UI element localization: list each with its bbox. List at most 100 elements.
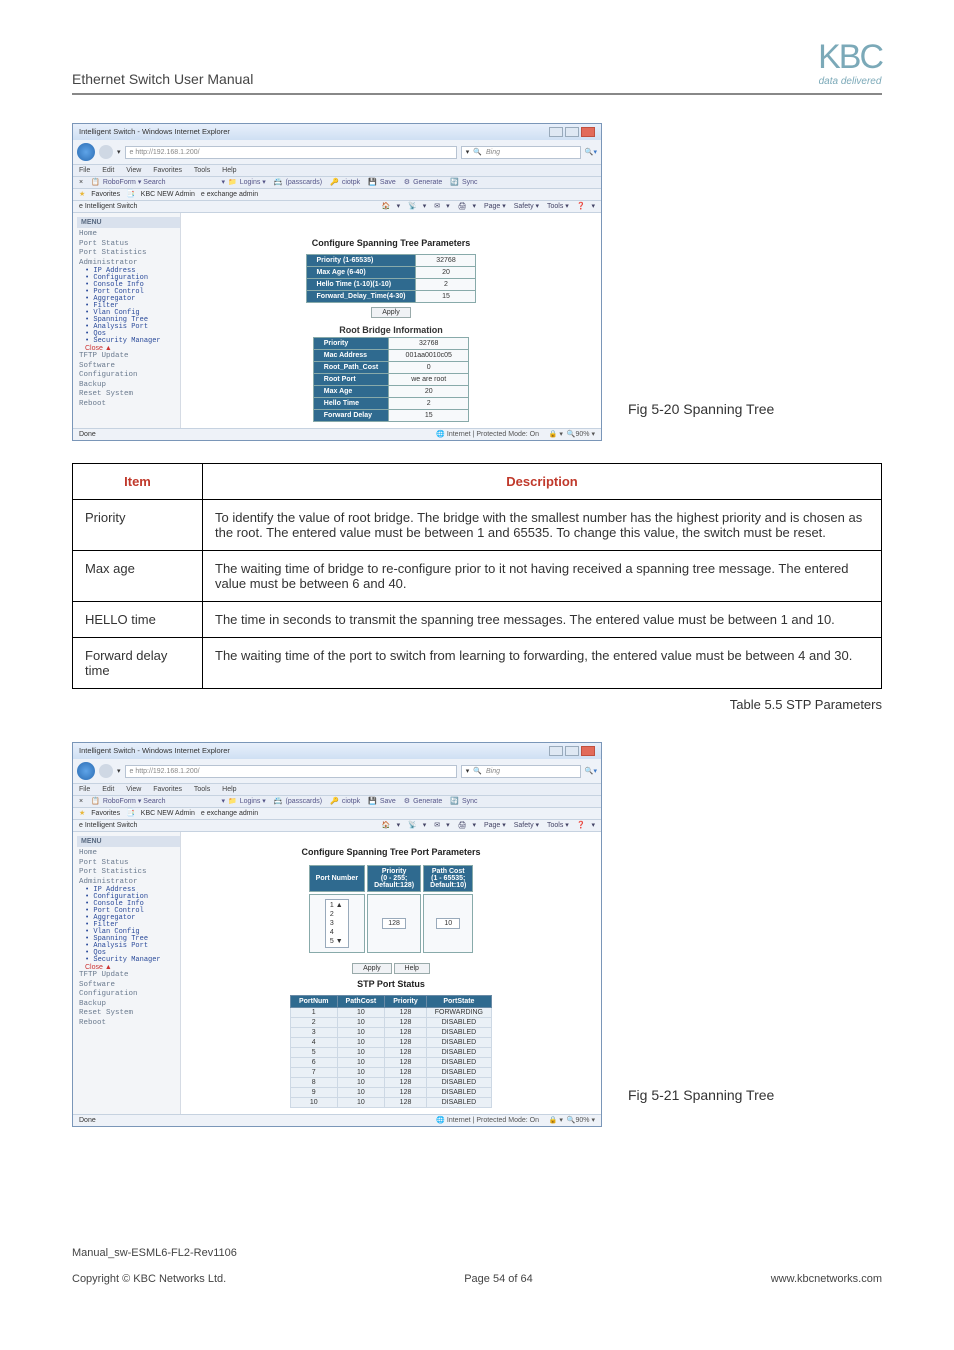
help-icon-2[interactable]: ❓▾ bbox=[577, 822, 595, 829]
menu-help-2[interactable]: Help bbox=[222, 786, 236, 793]
fav-item-1b[interactable]: KBC NEW Admin bbox=[141, 810, 195, 817]
safety-menu-2[interactable]: Safety ▾ bbox=[514, 822, 539, 829]
page-menu-2[interactable]: Page ▾ bbox=[484, 822, 506, 829]
page-menu[interactable]: Page ▾ bbox=[484, 203, 506, 210]
sidebar-item[interactable]: Home bbox=[77, 849, 180, 859]
refresh-icon-2[interactable]: ▾ bbox=[466, 768, 470, 775]
fav-item-2[interactable]: e exchange admin bbox=[201, 191, 258, 198]
refresh-icon[interactable]: ▾ bbox=[466, 149, 470, 156]
sidebar-item[interactable]: Reboot bbox=[77, 400, 180, 410]
sidebar-item[interactable]: Reset System bbox=[77, 1009, 180, 1019]
menu-favorites-2[interactable]: Favorites bbox=[153, 786, 182, 793]
fwd-input[interactable]: 15 bbox=[416, 291, 476, 303]
menu-close-2[interactable]: Close ▲ bbox=[77, 964, 180, 971]
print-icon[interactable]: 🖨▾ bbox=[458, 203, 476, 210]
sidebar-item[interactable]: Security Manager bbox=[77, 957, 180, 964]
menu-view[interactable]: View bbox=[126, 167, 141, 174]
search-go-icon[interactable]: 🔍▾ bbox=[585, 149, 597, 156]
maximize-button[interactable] bbox=[565, 127, 579, 137]
suggested-icon[interactable]: 📑 bbox=[126, 191, 135, 198]
forward-button[interactable] bbox=[99, 145, 113, 159]
apply-button[interactable]: Apply bbox=[371, 307, 411, 318]
menu-tools[interactable]: Tools bbox=[194, 167, 210, 174]
sidebar-item[interactable]: Port Status bbox=[77, 859, 180, 869]
passcards-chip[interactable]: 📇(passcards) bbox=[274, 179, 322, 186]
favorites-label-2[interactable]: Favorites bbox=[91, 810, 120, 817]
fav-item-1[interactable]: KBC NEW Admin bbox=[141, 191, 195, 198]
sidebar-item[interactable]: Port Statistics bbox=[77, 868, 180, 878]
tools-menu[interactable]: Tools ▾ bbox=[547, 203, 569, 210]
save-chip-2[interactable]: 💾Save bbox=[368, 798, 396, 805]
sidebar-item[interactable]: Backup bbox=[77, 1000, 180, 1010]
favorites-label[interactable]: Favorites bbox=[91, 191, 120, 198]
logins-chip[interactable]: ▾ 📁Logins ▾ bbox=[221, 179, 265, 186]
forward-button-2[interactable] bbox=[99, 764, 113, 778]
sidebar-item[interactable]: Port Statistics bbox=[77, 249, 180, 259]
menu-help[interactable]: Help bbox=[222, 167, 236, 174]
tools-menu-2[interactable]: Tools ▾ bbox=[547, 822, 569, 829]
readmail-icon[interactable]: ✉▾ bbox=[434, 203, 449, 210]
ciotpk-chip-2[interactable]: 🔑ciotpk bbox=[330, 798, 360, 805]
x-icon[interactable]: × bbox=[79, 179, 83, 186]
search-box[interactable]: ▾ 🔍 Bing bbox=[461, 146, 581, 159]
passcards-chip-2[interactable]: 📇(passcards) bbox=[274, 798, 322, 805]
menu-view-2[interactable]: View bbox=[126, 786, 141, 793]
close-button[interactable] bbox=[581, 127, 595, 137]
menu-tools-2[interactable]: Tools bbox=[194, 786, 210, 793]
feeds-icon[interactable]: 📡▾ bbox=[408, 203, 426, 210]
save-chip[interactable]: 💾Save bbox=[368, 179, 396, 186]
priority-input-2[interactable]: 128 bbox=[367, 894, 421, 953]
back-button[interactable] bbox=[77, 143, 95, 161]
help-button[interactable]: Help bbox=[394, 963, 430, 974]
zoom-indicator-2[interactable]: 🔒 ▾ 🔍90% ▾ bbox=[549, 1117, 595, 1124]
back-button-2[interactable] bbox=[77, 762, 95, 780]
generate-chip[interactable]: ⚙Generate bbox=[404, 179, 442, 186]
ciotpk-chip[interactable]: 🔑ciotpk bbox=[330, 179, 360, 186]
roboform-search-2[interactable]: 📋RoboForm ▾ Search bbox=[91, 798, 165, 805]
logins-chip-2[interactable]: ▾ 📁Logins ▾ bbox=[221, 798, 265, 805]
port-select[interactable]: 1 ▲2345 ▼ bbox=[309, 894, 365, 953]
minimize-button[interactable] bbox=[549, 127, 563, 137]
sync-chip-2[interactable]: 🔄Sync bbox=[450, 798, 477, 805]
maxage-input[interactable]: 20 bbox=[416, 267, 476, 279]
hello-input[interactable]: 2 bbox=[416, 279, 476, 291]
sidebar-item[interactable]: Security Manager bbox=[77, 338, 180, 345]
home-icon-2[interactable]: 🏠▾ bbox=[382, 822, 400, 829]
address-bar-2[interactable]: e http://192.168.1.200/ bbox=[125, 765, 457, 778]
maximize-button-2[interactable] bbox=[565, 746, 579, 756]
help-icon[interactable]: ❓▾ bbox=[577, 203, 595, 210]
favorites-star-icon-2[interactable]: ★ bbox=[79, 810, 85, 817]
tab-title-2[interactable]: e Intelligent Switch bbox=[79, 822, 137, 829]
feeds-icon-2[interactable]: 📡▾ bbox=[408, 822, 426, 829]
suggested-icon-2[interactable]: 📑 bbox=[126, 810, 135, 817]
dropdown-icon-2[interactable]: ▾ bbox=[117, 768, 121, 775]
zoom-indicator[interactable]: 🔒 ▾ 🔍90% ▾ bbox=[549, 431, 595, 438]
apply-button-2[interactable]: Apply bbox=[352, 963, 392, 974]
pathcost-input[interactable]: 10 bbox=[423, 894, 473, 953]
sidebar-item[interactable]: Software bbox=[77, 362, 180, 372]
sync-chip[interactable]: 🔄Sync bbox=[450, 179, 477, 186]
menu-close[interactable]: Close ▲ bbox=[77, 345, 180, 352]
sidebar-item[interactable]: Software bbox=[77, 981, 180, 991]
generate-chip-2[interactable]: ⚙Generate bbox=[404, 798, 442, 805]
address-bar[interactable]: e http://192.168.1.200/ bbox=[125, 146, 457, 159]
print-icon-2[interactable]: 🖨▾ bbox=[458, 822, 476, 829]
sidebar-item[interactable]: Configuration bbox=[77, 371, 180, 381]
priority-input[interactable]: 32768 bbox=[416, 255, 476, 267]
sidebar-item[interactable]: Home bbox=[77, 230, 180, 240]
favorites-star-icon[interactable]: ★ bbox=[79, 191, 85, 198]
close-button-2[interactable] bbox=[581, 746, 595, 756]
menu-file-2[interactable]: File bbox=[79, 786, 90, 793]
sidebar-item[interactable]: Port Status bbox=[77, 240, 180, 250]
x-icon-2[interactable]: × bbox=[79, 798, 83, 805]
menu-edit[interactable]: Edit bbox=[102, 167, 114, 174]
sidebar-item[interactable]: Reboot bbox=[77, 1019, 180, 1029]
dropdown-icon[interactable]: ▾ bbox=[117, 149, 121, 156]
tab-title[interactable]: e Intelligent Switch bbox=[79, 203, 137, 210]
fav-item-2b[interactable]: e exchange admin bbox=[201, 810, 258, 817]
sidebar-item[interactable]: Reset System bbox=[77, 390, 180, 400]
minimize-button-2[interactable] bbox=[549, 746, 563, 756]
roboform-search[interactable]: 📋RoboForm ▾ Search bbox=[91, 179, 165, 186]
menu-edit-2[interactable]: Edit bbox=[102, 786, 114, 793]
menu-favorites[interactable]: Favorites bbox=[153, 167, 182, 174]
